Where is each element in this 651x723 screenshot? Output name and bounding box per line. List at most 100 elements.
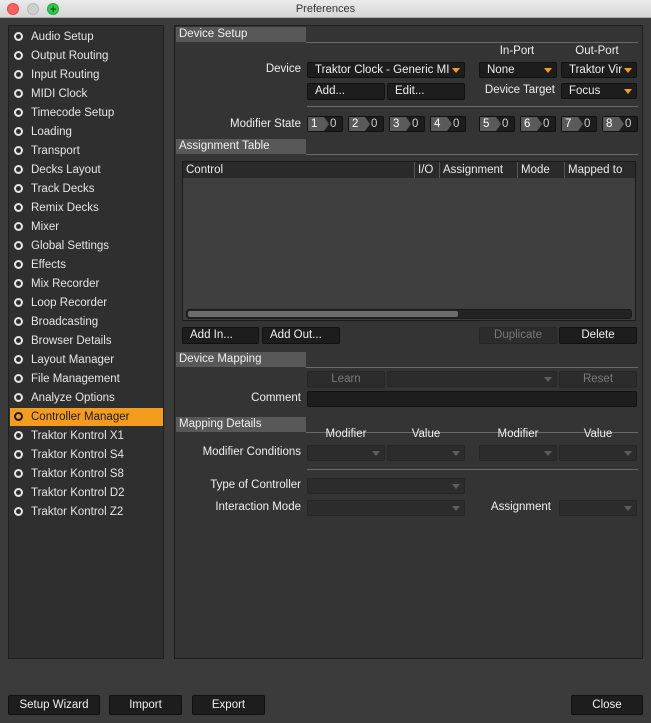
sidebar-item-traktor-kontrol-z2[interactable]: Traktor Kontrol Z2 — [10, 503, 163, 521]
modifier-number: 7 — [562, 117, 583, 131]
sidebar-item-audio-setup[interactable]: Audio Setup — [10, 28, 163, 46]
sidebar-item-midi-clock[interactable]: MIDI Clock — [10, 85, 163, 103]
sidebar-item-track-decks[interactable]: Track Decks — [10, 180, 163, 198]
sidebar-item-traktor-kontrol-x1[interactable]: Traktor Kontrol X1 — [10, 427, 163, 445]
duplicate-button[interactable]: Duplicate — [479, 327, 557, 344]
radio-bullet-icon — [14, 127, 23, 136]
device-mapping-header: Device Mapping — [176, 352, 306, 367]
add-out-button[interactable]: Add Out... — [262, 327, 340, 344]
sidebar-item-analyze-options[interactable]: Analyze Options — [10, 389, 163, 407]
chevron-down-icon — [544, 377, 552, 382]
modifier-8-state[interactable]: 80 — [602, 116, 638, 132]
sidebar-item-mix-recorder[interactable]: Mix Recorder — [10, 275, 163, 293]
modifier-2-state[interactable]: 20 — [348, 116, 384, 132]
sidebar-item-broadcasting[interactable]: Broadcasting — [10, 313, 163, 331]
type-of-controller-dropdown[interactable] — [307, 478, 465, 494]
radio-bullet-icon — [14, 165, 23, 174]
reset-button[interactable]: Reset — [559, 371, 637, 388]
radio-bullet-icon — [14, 70, 23, 79]
radio-bullet-icon — [14, 203, 23, 212]
sidebar-item-layout-manager[interactable]: Layout Manager — [10, 351, 163, 369]
sidebar-item-label: Analyze Options — [31, 392, 115, 404]
close-button[interactable]: Close — [571, 695, 643, 715]
delete-button[interactable]: Delete — [559, 327, 637, 344]
sidebar-item-global-settings[interactable]: Global Settings — [10, 237, 163, 255]
sidebar-item-traktor-kontrol-s4[interactable]: Traktor Kontrol S4 — [10, 446, 163, 464]
modifier-3-state[interactable]: 30 — [389, 116, 425, 132]
column-header-mapped-to[interactable]: Mapped to — [565, 162, 635, 178]
sidebar-item-transport[interactable]: Transport — [10, 142, 163, 160]
sidebar-item-timecode-setup[interactable]: Timecode Setup — [10, 104, 163, 122]
sidebar-item-browser-details[interactable]: Browser Details — [10, 332, 163, 350]
radio-bullet-icon — [14, 260, 23, 269]
edit-device-button[interactable]: Edit... — [387, 83, 465, 100]
chevron-down-icon — [544, 68, 552, 73]
sidebar-item-controller-manager[interactable]: Controller Manager — [10, 408, 163, 426]
value-condition-2-dropdown[interactable] — [559, 445, 637, 461]
sidebar-item-file-management[interactable]: File Management — [10, 370, 163, 388]
sidebar-item-effects[interactable]: Effects — [10, 256, 163, 274]
assignment-table[interactable]: Control I/O Assignment Mode Mapped to — [182, 161, 636, 321]
type-of-controller-label: Type of Controller — [210, 479, 301, 491]
modifier-4-state[interactable]: 40 — [430, 116, 466, 132]
modifier-6-state[interactable]: 60 — [520, 116, 556, 132]
radio-bullet-icon — [14, 488, 23, 497]
horizontal-scrollbar[interactable] — [186, 309, 632, 319]
modifier-column-label: Modifier — [325, 428, 367, 440]
modifier-number: 3 — [390, 117, 411, 131]
modifier-condition-2-dropdown[interactable] — [479, 445, 557, 461]
out-port-label: Out-Port — [575, 45, 619, 57]
modifier-value: 0 — [412, 118, 419, 130]
modifier-7-state[interactable]: 70 — [561, 116, 597, 132]
chevron-down-icon — [452, 451, 460, 456]
chevron-down-icon — [452, 484, 460, 489]
sidebar-item-input-routing[interactable]: Input Routing — [10, 66, 163, 84]
sidebar-item-loading[interactable]: Loading — [10, 123, 163, 141]
minimize-window-icon[interactable] — [27, 3, 39, 15]
assignment-dropdown[interactable] — [559, 500, 637, 516]
column-header-io[interactable]: I/O — [415, 162, 440, 178]
modifier-condition-1-dropdown[interactable] — [307, 445, 385, 461]
sidebar-item-label: Remix Decks — [31, 202, 99, 214]
modifier-5-state[interactable]: 50 — [479, 116, 515, 132]
column-header-mode[interactable]: Mode — [518, 162, 565, 178]
value-condition-1-dropdown[interactable] — [387, 445, 465, 461]
export-button[interactable]: Export — [192, 695, 265, 715]
value-column-label-2: Value — [583, 428, 613, 440]
add-in-button[interactable]: Add In... — [182, 327, 259, 344]
modifier-number: 5 — [480, 117, 501, 131]
value-column-label: Value — [411, 428, 441, 440]
out-port-value: Traktor Virtual Output — [569, 64, 622, 76]
sidebar-item-traktor-kontrol-d2[interactable]: Traktor Kontrol D2 — [10, 484, 163, 502]
comment-input[interactable] — [307, 391, 637, 407]
sidebar-item-label: Broadcasting — [31, 316, 99, 328]
interaction-mode-dropdown[interactable] — [307, 500, 465, 516]
learn-mapping-dropdown[interactable] — [387, 371, 557, 387]
scrollbar-thumb[interactable] — [188, 311, 458, 317]
sidebar-item-decks-layout[interactable]: Decks Layout — [10, 161, 163, 179]
modifier-1-state[interactable]: 10 — [307, 116, 343, 132]
import-button[interactable]: Import — [109, 695, 182, 715]
sidebar-item-remix-decks[interactable]: Remix Decks — [10, 199, 163, 217]
in-port-dropdown[interactable]: None — [479, 62, 557, 78]
device-dropdown[interactable]: Traktor Clock - Generic MIDI — [307, 62, 465, 78]
column-header-control[interactable]: Control — [183, 162, 415, 178]
learn-button[interactable]: Learn — [307, 371, 385, 388]
section-divider — [306, 367, 638, 368]
device-target-dropdown[interactable]: Focus — [561, 83, 637, 99]
out-port-dropdown[interactable]: Traktor Virtual Output — [561, 62, 637, 78]
section-divider — [306, 42, 638, 43]
radio-bullet-icon — [14, 355, 23, 364]
sidebar-item-traktor-kontrol-s8[interactable]: Traktor Kontrol S8 — [10, 465, 163, 483]
sidebar-item-mixer[interactable]: Mixer — [10, 218, 163, 236]
sidebar-item-output-routing[interactable]: Output Routing — [10, 47, 163, 65]
radio-bullet-icon — [14, 374, 23, 383]
close-window-icon[interactable] — [7, 3, 19, 15]
maximize-window-icon[interactable] — [47, 1, 59, 19]
comment-label: Comment — [251, 392, 301, 404]
sidebar-item-label: Loop Recorder — [31, 297, 108, 309]
sidebar-item-loop-recorder[interactable]: Loop Recorder — [10, 294, 163, 312]
column-header-assignment[interactable]: Assignment — [440, 162, 518, 178]
add-device-button[interactable]: Add... — [307, 83, 385, 100]
setup-wizard-button[interactable]: Setup Wizard — [8, 695, 100, 715]
